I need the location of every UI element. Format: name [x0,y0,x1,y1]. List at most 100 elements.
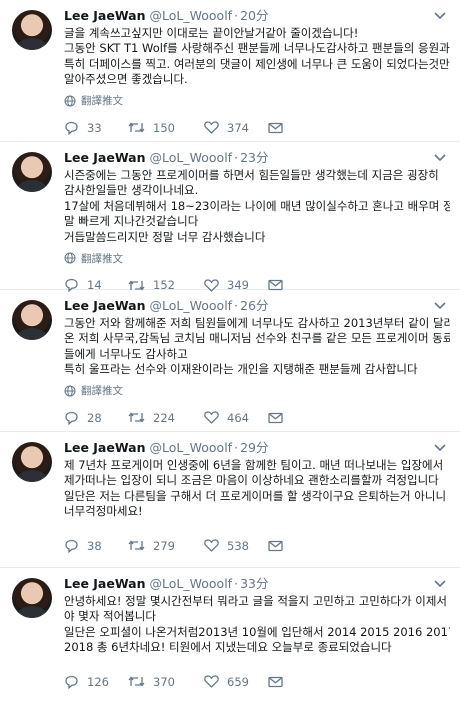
reply-button[interactable]: 33 [64,121,128,135]
reply-button[interactable]: 38 [64,539,128,553]
tweet-line: 안녕하세요! 정말 몇시간전부터 뭐라고 글을 적을지 고민하고 고민하다가 이… [64,594,447,608]
tweet-feed: Lee JaeWan @LoL_Wooolf · 20分 글을 계속쓰고싶지만 … [0,0,460,704]
tweet-line: 2018 총 6년차네요! 티원에서 지냈는데요 오늘부로 종료되었습니다 [64,640,392,655]
separator-dot: · [234,440,239,455]
retweet-button[interactable]: 279 [128,539,204,553]
like-button[interactable]: 538 [204,539,268,553]
display-name[interactable]: Lee JaeWan [64,150,146,166]
retweet-icon [128,122,145,133]
timestamp[interactable]: 33分 [240,576,268,592]
retweet-button[interactable]: 150 [128,121,204,135]
retweet-icon [128,676,145,687]
avatar[interactable] [12,578,52,618]
chevron-down-icon[interactable] [434,444,446,452]
envelope-icon [268,412,283,423]
avatar[interactable] [12,442,52,482]
like-count: 659 [227,674,249,689]
heart-icon [204,539,219,553]
tweet-header: Lee JaeWan @LoL_Wooolf · 29分 [64,440,450,456]
direct-message-button[interactable] [268,540,298,552]
tweet-line: 글을 계속쓰고싶지만 이대로는 끝이안날거같아 줄이겠습니다! [64,26,359,40]
user-handle[interactable]: @LoL_Wooolf [150,298,233,314]
like-button[interactable]: 464 [204,411,268,425]
separator-dot: · [234,150,239,165]
reply-icon [65,539,78,553]
avatar[interactable] [12,300,52,340]
retweet-icon [128,540,145,551]
tweet-line: 들에게 너무나도 감사하고 [64,346,188,361]
display-name[interactable]: Lee JaeWan [64,8,146,24]
like-button[interactable]: 659 [204,675,268,689]
tweet-actions: 38 279 538 [64,536,450,556]
tweet-text: 시즌중에는 그동안 프로게이머를 하면서 힘든일들만 생각했는데 지금은 굉장히… [64,168,450,245]
heart-icon [204,411,219,425]
tweet-header: Lee JaeWan @LoL_Wooolf · 26分 [64,298,450,314]
tweet-line: 17살에 처음데뷔해서 18~23이라는 나이에 매년 많이실수하고 혼나고 배… [64,198,450,213]
translate-link[interactable]: 翻譯推文 [64,251,450,265]
separator-dot: · [234,576,239,591]
retweet-button[interactable]: 224 [128,411,204,425]
translate-link[interactable]: 翻譯推文 [64,384,450,398]
direct-message-button[interactable] [268,122,298,134]
direct-message-button[interactable] [268,676,298,688]
timestamp[interactable]: 26分 [240,298,268,314]
reply-icon [65,675,78,689]
timestamp[interactable]: 29分 [240,440,268,456]
retweet-icon [128,412,145,423]
display-name[interactable]: Lee JaeWan [64,576,146,592]
tweet-text: 글을 계속쓰고싶지만 이대로는 끝이안날거같아 줄이겠습니다! 그동안 SKT … [64,26,450,88]
heart-icon [204,121,219,135]
tweet[interactable]: Lee JaeWan @LoL_Wooolf · 26分 그동안 저와 함께해준… [0,290,460,432]
chevron-down-icon[interactable] [434,580,446,588]
tweet-line: 일단은 오피셜이 나온거처럼2013년 10월에 입단해서 2014 2015 … [64,624,450,639]
user-handle[interactable]: @LoL_Wooolf [150,8,233,24]
translate-label: 翻譯推文 [81,252,123,265]
reply-icon [65,121,78,135]
envelope-icon [268,676,283,687]
retweet-count: 370 [153,674,175,689]
tweet[interactable]: Lee JaeWan @LoL_Wooolf · 20分 글을 계속쓰고싶지만 … [0,0,460,142]
display-name[interactable]: Lee JaeWan [64,298,146,314]
user-handle[interactable]: @LoL_Wooolf [150,440,233,456]
like-count: 538 [227,538,249,553]
chevron-down-icon[interactable] [434,302,446,310]
reply-count: 33 [87,120,102,135]
tweet-line: 시즌중에는 그동안 프로게이머를 하면서 힘든일들만 생각했는데 지금은 굉장히 [64,168,439,182]
reply-count: 28 [87,410,102,425]
envelope-icon [268,540,283,551]
tweet-line: 제가떠나는 입장이 되니 조금은 마음이 이상하네요 괜한소리를할까 걱정입니다 [64,473,439,488]
tweet-line: 야 몇자 적어봅니다 [64,609,156,624]
avatar[interactable] [12,10,52,50]
tweet-header: Lee JaeWan @LoL_Wooolf · 20分 [64,8,450,24]
direct-message-button[interactable] [268,412,298,424]
like-button[interactable]: 374 [204,121,268,135]
retweet-button[interactable]: 370 [128,675,204,689]
tweet-line: 온 저희 사무국,감독님 코치님 매니저님 선수와 친구를 같은 모든 프로게이… [64,331,450,346]
translate-link[interactable]: 翻譯推文 [64,94,450,108]
timestamp[interactable]: 20分 [240,8,268,24]
retweet-count: 279 [153,538,175,553]
reply-button[interactable]: 28 [64,411,128,425]
tweet[interactable]: Lee JaeWan @LoL_Wooolf · 29分 제 7년차 프로게이머… [0,432,460,568]
display-name[interactable]: Lee JaeWan [64,440,146,456]
translate-label: 翻譯推文 [81,385,123,398]
tweet-line: 특히 더페이스를 찍고. 여러분의 댓글이 제인생에 너무나 큰 도움이 되었다… [64,56,450,71]
tweet-actions: 126 370 659 [64,672,450,692]
tweet-line: 그동안 저와 함께해준 저희 팀원들에게 너무나도 감사하고 2013년부터 같… [64,316,450,330]
user-handle[interactable]: @LoL_Wooolf [150,576,233,592]
globe-icon [64,252,76,264]
tweet[interactable]: Lee JaeWan @LoL_Wooolf · 33分 안녕하세요! 정말 몇… [0,568,460,704]
tweet-line: 특히 울프라는 선수와 이재완이라는 개인을 지탱해준 팬분들께 감사합니다 [64,362,418,377]
tweet[interactable]: Lee JaeWan @LoL_Wooolf · 23分 시즌중에는 그동안 프… [0,142,460,293]
reply-button[interactable]: 126 [64,675,128,689]
user-handle[interactable]: @LoL_Wooolf [150,150,233,166]
tweet-line: 일단은 저는 다른팀을 구해서 더 프로게이머를 할 생각이구요 은퇴하는거 아… [64,488,447,503]
chevron-down-icon[interactable] [434,154,446,162]
chevron-down-icon[interactable] [434,12,446,20]
avatar[interactable] [12,152,52,192]
retweet-count: 150 [153,120,175,135]
timestamp[interactable]: 23分 [240,150,268,166]
retweet-count: 224 [153,410,175,425]
reply-count: 38 [87,538,102,553]
reply-count: 126 [87,674,109,689]
